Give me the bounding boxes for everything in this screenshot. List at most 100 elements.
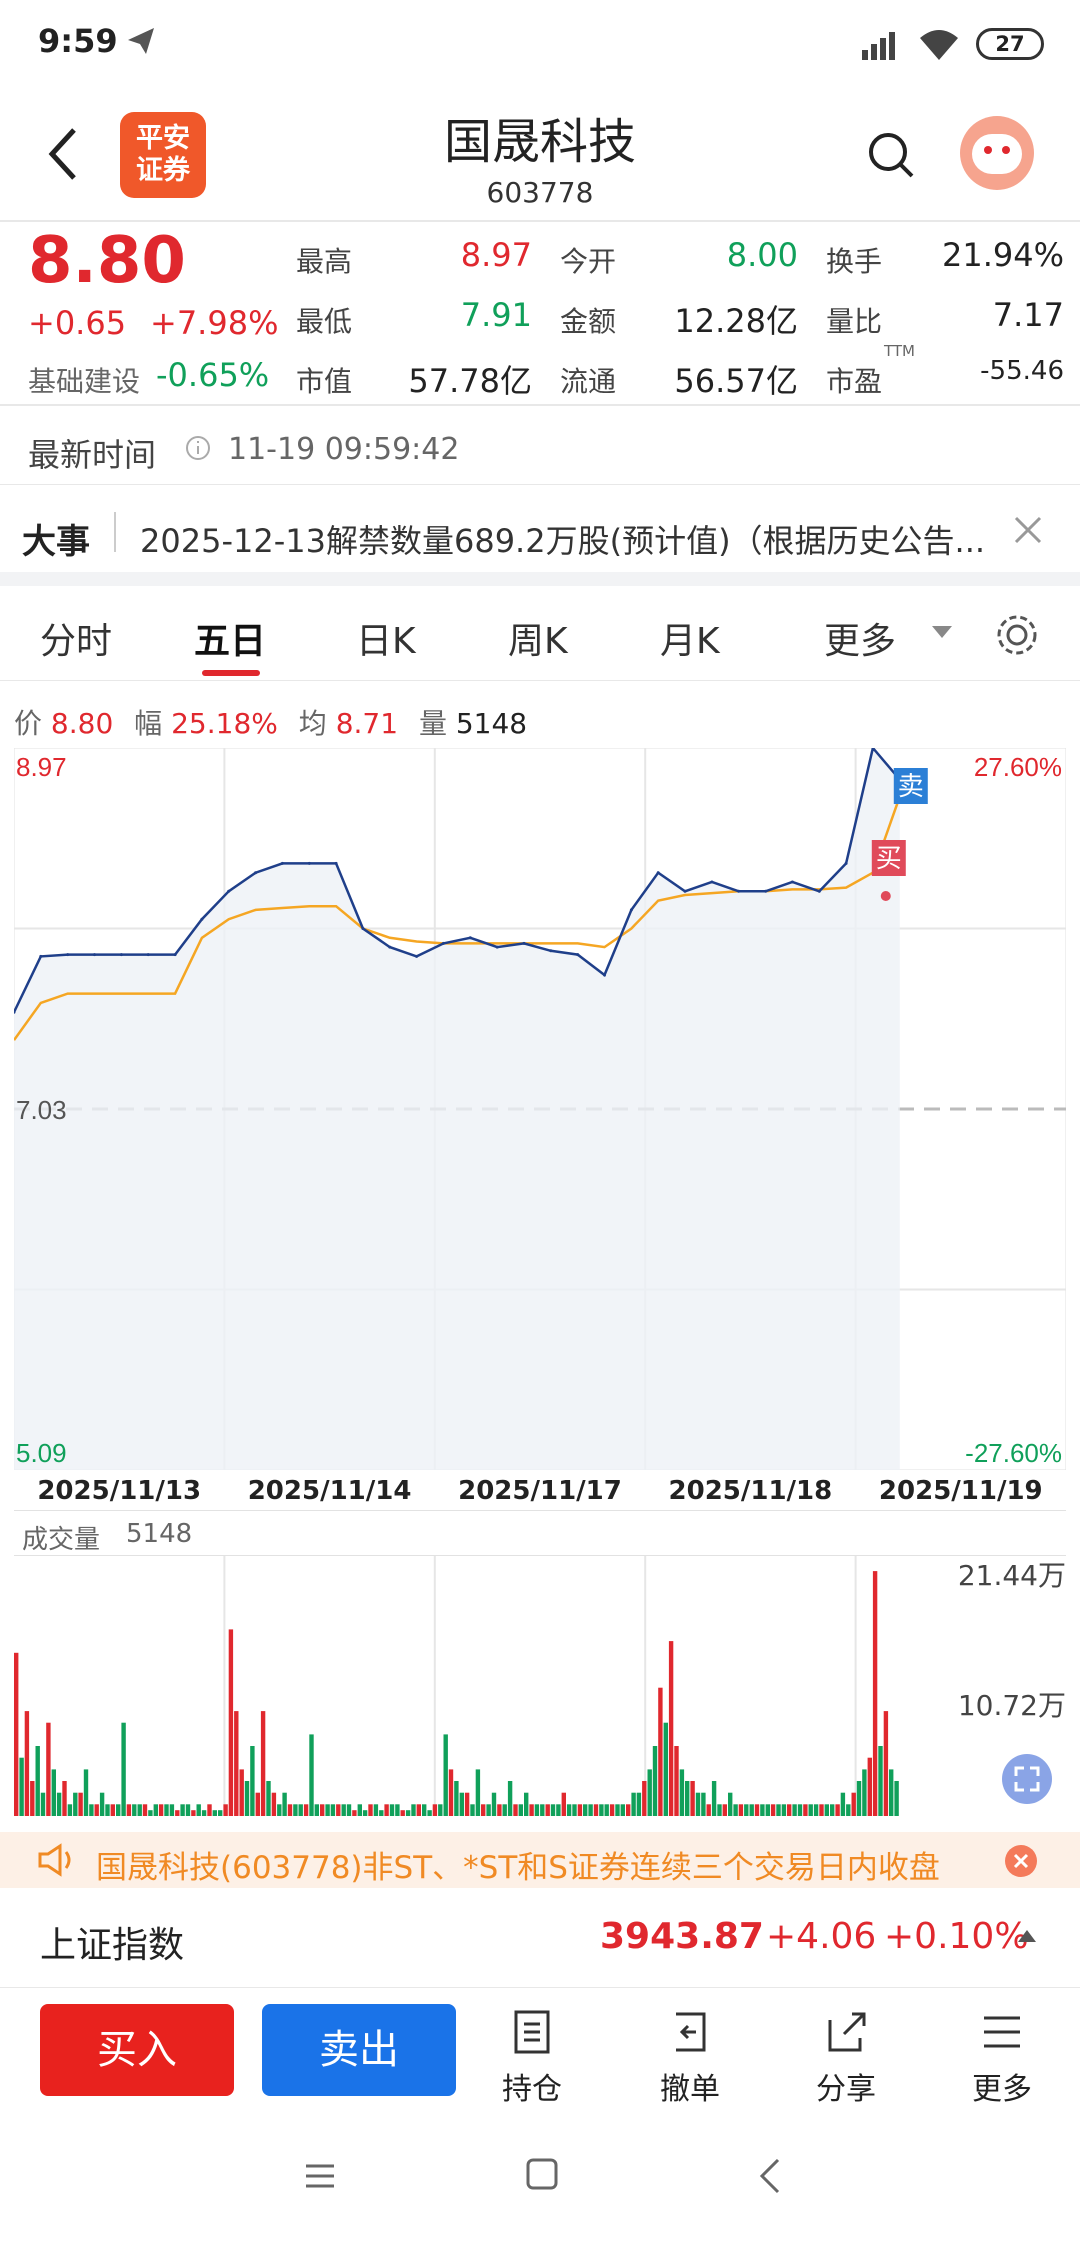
chart-info-row: 价 8.80 幅 25.18% 均 8.71 量 5148 [14,702,527,742]
volume-bar [620,1804,625,1816]
toolbar-item-label[interactable]: 持仓 [482,2064,582,2108]
volume-bar [438,1804,443,1816]
volume-bar [872,1571,878,1816]
volume-chart[interactable] [14,1556,1066,1816]
more-menu-icon[interactable] [978,2008,1026,2056]
buy-button[interactable]: 买入 [40,2004,234,2096]
y-tick-low: 5.09 [16,1438,67,1468]
price-point [307,861,311,865]
settings-gear-icon[interactable] [994,612,1040,658]
nav-back-icon[interactable] [754,2156,784,2196]
tab-2[interactable]: 日K [356,612,416,664]
update-time: 11-19 09:59:42 [228,432,460,467]
index-bar[interactable]: 上证指数 3943.87 +4.06 +0.10% [0,1888,1080,1988]
x-tick-label: 2025/11/18 [668,1476,833,1506]
price-point [549,949,553,953]
notice-bar[interactable]: 国晟科技(603778)非ST、*ST和S证券连续三个交易日内收盘 [0,1832,1080,1888]
volume-bar [491,1792,497,1816]
volume-bar [207,1804,212,1816]
volume-bar [856,1781,862,1816]
volume-bar [14,1652,19,1816]
volume-bar [234,1711,239,1816]
volume-bar [330,1804,336,1816]
tab-1[interactable]: 五日 [194,612,266,664]
cancel-order-icon[interactable] [666,2008,714,2056]
volume-bar [459,1792,464,1816]
fullscreen-icon[interactable] [1002,1754,1052,1804]
price-point [522,941,526,945]
volume-bar [218,1810,223,1816]
close-icon[interactable] [1010,512,1046,548]
quote-value: 21.94% [941,236,1064,274]
volume-bar [250,1746,255,1816]
active-tab-indicator [202,670,260,676]
volume-bar [486,1804,491,1816]
system-nav-bar [0,2120,1080,2248]
price-point [415,954,419,958]
volume-bar [105,1804,110,1816]
y-tick-right-high: 27.60% [974,752,1062,782]
price-point [254,871,258,875]
volume-bar [443,1734,448,1816]
news-text[interactable]: 2025-12-13解禁数量689.2万股(预计值)（根据历史公告... [140,516,1020,562]
home-icon[interactable] [524,2156,560,2192]
volume-bar [867,1757,872,1816]
info-icon[interactable] [184,434,212,462]
toolbar-item-label[interactable]: 分享 [796,2064,896,2108]
quote-value: 8.97 [460,236,532,274]
chart-price: 8.80 [50,707,114,740]
quote-value: 56.57亿 [674,362,798,400]
vol-label: 量 [418,707,447,740]
volume-bar [164,1804,169,1816]
tab-4[interactable]: 月K [660,612,720,664]
volume-bar [422,1804,427,1816]
buy-marker-label: 买 [876,843,902,873]
share-icon[interactable] [822,2008,870,2056]
quote-label: 流通 [560,365,617,398]
chevron-up-icon[interactable] [1016,1928,1038,1944]
search-icon[interactable] [866,130,916,180]
toolbar-item-label[interactable]: 撤单 [640,2064,740,2108]
volume-bar [609,1804,615,1816]
price-point [629,908,633,912]
volume-bar [690,1781,695,1816]
toolbar-item-label[interactable]: 更多 [952,2064,1052,2108]
x-tick-label: 2025/11/17 [458,1476,622,1506]
price-point [334,861,338,865]
volume-bar [30,1781,35,1816]
holdings-icon[interactable] [508,2008,556,2056]
sector-name[interactable]: 基础建设 [28,360,140,400]
volume-bar [701,1792,706,1816]
tab-5[interactable]: 更多 [824,612,896,664]
volume-bar [878,1746,883,1816]
notice-close-icon[interactable] [1004,1844,1038,1878]
chevron-down-icon[interactable] [930,624,954,640]
chart-amp: 25.18% [171,707,278,740]
stock-code: 603778 [486,176,594,209]
volume-bar [277,1804,282,1816]
volume-bar [169,1804,175,1816]
volume-bar [298,1804,303,1816]
price-point [388,945,392,949]
volume-bar [862,1769,867,1816]
price-point [764,889,768,893]
volume-bar [454,1781,459,1816]
assistant-avatar-icon[interactable] [960,116,1034,190]
volume-bar [615,1804,620,1816]
price-point [361,927,365,930]
tab-0[interactable]: 分时 [40,612,112,664]
volume-bar [175,1810,180,1816]
volume-bar [572,1804,577,1816]
volume-bar [663,1722,668,1816]
price-chart[interactable]: 卖买 8.97 7.03 5.09 27.60% -27.60% [14,748,1066,1470]
volume-bar [792,1804,797,1816]
menu-icon[interactable] [302,2158,338,2194]
sell-button[interactable]: 卖出 [262,2004,456,2096]
volume-bar [180,1804,185,1816]
tab-3[interactable]: 周K [508,612,568,664]
quote-value: 12.28亿 [674,302,798,340]
quote-label: 最高 [296,245,353,278]
volume-bar [357,1804,362,1816]
avg-label: 均 [298,707,327,740]
price-point [119,953,123,957]
